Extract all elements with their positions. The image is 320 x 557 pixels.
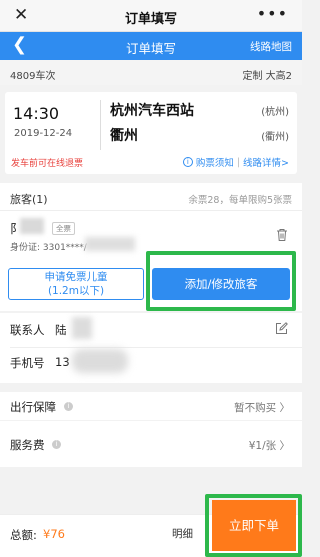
passenger-id: 身份证: 3301****/ (10, 243, 87, 253)
to-station: 衢州 (110, 128, 138, 144)
info-icon[interactable]: i (52, 440, 61, 449)
insurance-row[interactable]: 出行保障 i 暂不购买 〉 (0, 392, 302, 420)
train-number: 4809车次 (10, 71, 56, 82)
add-passenger-button[interactable]: 添加/修改旅客 (152, 268, 290, 300)
divider (0, 210, 302, 211)
redacted-id (85, 237, 135, 251)
child-ticket-button[interactable]: 申请免票儿童 (1.2m以下) (8, 268, 144, 300)
trip-links: i 购票须知 | 线路详情> (182, 155, 289, 169)
refund-note: 发车前可在线退票 (11, 159, 84, 169)
contact-name-value[interactable]: 陆 (55, 322, 67, 338)
depart-time: 14:30 (13, 104, 60, 123)
passenger-heading: 旅客(1) (10, 193, 48, 206)
route-detail-link[interactable]: 线路详情> (243, 155, 289, 169)
total-label: 总额: (10, 528, 37, 542)
divider (10, 347, 302, 348)
detail-link[interactable]: 明细 (172, 526, 193, 541)
service-fee-row[interactable]: 服务费 i ¥1/张 〉 (0, 421, 302, 467)
from-station: 杭州汽车西站 (110, 103, 194, 119)
nav-bar: ❮ 订单填写 线路地图 (0, 32, 302, 60)
redacted-phone (72, 349, 128, 373)
trash-icon[interactable] (276, 228, 288, 242)
info-icon: i (182, 157, 193, 167)
edit-icon[interactable] (275, 322, 288, 335)
ticket-notice-link[interactable]: 购票须知 (196, 155, 234, 169)
more-icon[interactable]: ••• (257, 4, 288, 23)
redacted-contact-name (72, 317, 92, 339)
child-button-line2: (1.2m以下) (47, 285, 105, 297)
service-fee-label: 服务费 (10, 438, 45, 452)
link-separator: | (236, 156, 241, 168)
phone-value[interactable]: 13 (55, 355, 70, 369)
ticket-type-badge: 全票 (52, 222, 75, 235)
phone-label: 手机号 (10, 356, 45, 370)
insurance-label: 出行保障 (10, 400, 56, 414)
service-fee-value: ¥1/张 〉 (248, 440, 290, 452)
contact-section: 联系人 陆 手机号 13 (0, 313, 302, 383)
train-type: 定制 大高2 (242, 71, 292, 82)
total-value: ¥76 (43, 527, 65, 541)
ticket-quota: 余票28，每单限购5张票 (188, 195, 292, 206)
redacted-name (20, 218, 44, 234)
child-button-line1: 申请免票儿童 (44, 271, 108, 283)
to-city: (衢州) (261, 132, 289, 143)
submit-order-button[interactable]: 立即下单 (212, 500, 296, 551)
trip-card: 14:30 2019-12-24 杭州汽车西站 (杭州) 衢州 (衢州) 发车前… (5, 92, 297, 174)
insurance-value: 暂不购买 〉 (234, 402, 290, 414)
contact-name-label: 联系人 (10, 323, 45, 337)
window-bar: ✕ 订单填写 ••• (0, 0, 302, 32)
divider (100, 100, 101, 150)
train-info-bar: 4809车次 定制 大高2 (0, 60, 302, 85)
from-city: (杭州) (261, 107, 289, 118)
depart-date: 2019-12-24 (14, 128, 73, 139)
route-map-link[interactable]: 线路地图 (250, 39, 292, 54)
info-icon[interactable]: i (64, 402, 73, 411)
